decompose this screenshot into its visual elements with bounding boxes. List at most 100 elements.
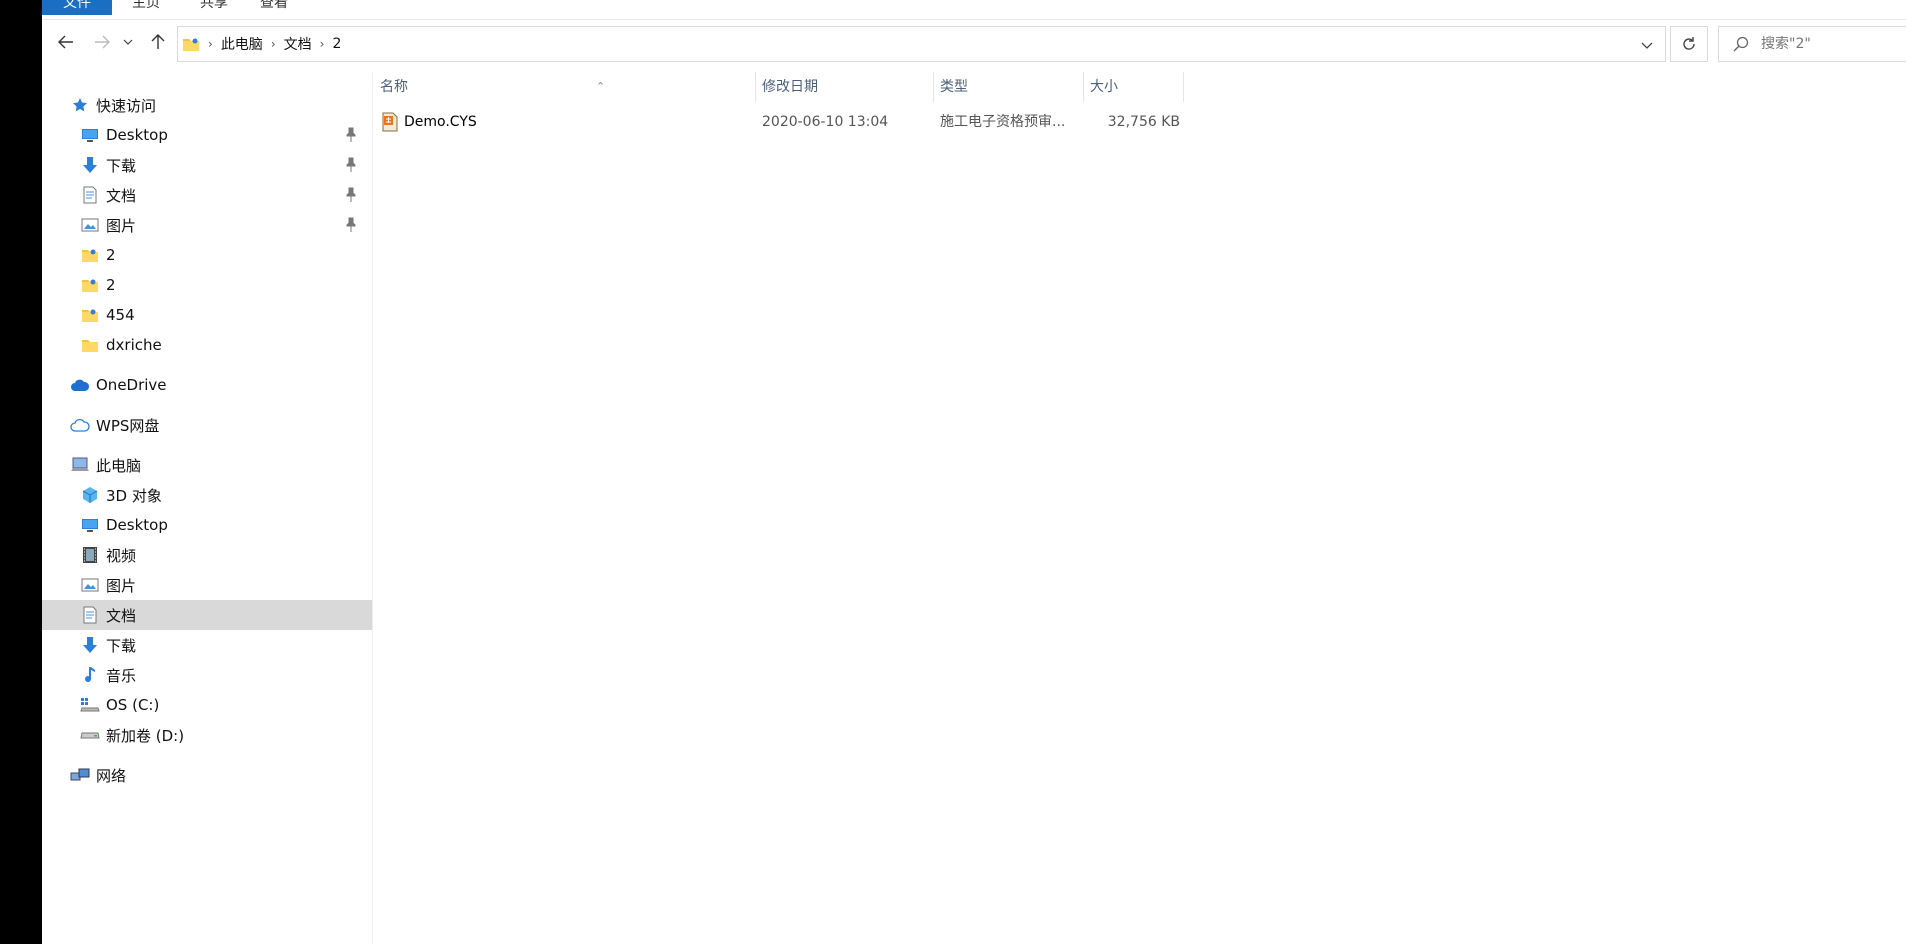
nav-wps-cloud[interactable]: WPS网盘 bbox=[70, 410, 159, 440]
column-header-date[interactable]: 修改日期 bbox=[756, 72, 934, 102]
nav-pc-desktop[interactable]: Desktop bbox=[80, 510, 168, 540]
desktop-icon bbox=[80, 515, 100, 535]
sort-ascending-icon: ⌃ bbox=[596, 80, 606, 93]
nav-qa-desktop[interactable]: Desktop bbox=[80, 120, 372, 150]
nav-label: 网络 bbox=[96, 766, 127, 785]
nav-label: OneDrive bbox=[96, 376, 167, 394]
column-header-size[interactable]: 大小 bbox=[1084, 72, 1184, 102]
video-icon bbox=[80, 545, 100, 565]
refresh-icon bbox=[1683, 37, 1695, 50]
pin-icon[interactable] bbox=[344, 157, 358, 173]
up-button[interactable] bbox=[146, 30, 170, 54]
back-button[interactable] bbox=[54, 30, 78, 54]
column-header-label: 大小 bbox=[1090, 79, 1118, 95]
nav-pc-pictures[interactable]: 图片 bbox=[80, 570, 136, 600]
nav-label: 454 bbox=[106, 306, 135, 324]
nav-label: Desktop bbox=[106, 516, 168, 534]
nav-label: 下载 bbox=[106, 156, 137, 175]
nav-label: 文档 bbox=[106, 186, 137, 205]
network-icon bbox=[70, 765, 90, 785]
file-modified-cell: 2020-06-10 13:04 bbox=[762, 114, 889, 130]
recent-locations-button[interactable] bbox=[120, 30, 136, 54]
nav-quick-access[interactable]: 快速访问 bbox=[70, 90, 156, 120]
nav-label: 此电脑 bbox=[96, 456, 142, 475]
nav-onedrive[interactable]: OneDrive bbox=[70, 370, 167, 400]
nav-pc-downloads[interactable]: 下载 bbox=[80, 630, 136, 660]
nav-label: 新加卷 (D:) bbox=[106, 726, 185, 745]
file-type-cell: 施工电子资格预审... bbox=[940, 114, 1066, 130]
nav-label: 图片 bbox=[106, 576, 137, 595]
3d-objects-icon bbox=[80, 485, 100, 505]
tab-view[interactable]: 查看 bbox=[246, 0, 302, 15]
refresh-button[interactable] bbox=[1670, 26, 1708, 62]
column-header-label: 名称 bbox=[380, 79, 408, 95]
pictures-icon bbox=[80, 215, 100, 235]
drive-icon bbox=[80, 725, 100, 745]
tab-home[interactable]: 主页 bbox=[118, 0, 174, 15]
nav-label: OS (C:) bbox=[106, 696, 160, 714]
star-icon bbox=[70, 95, 90, 115]
nav-pc-drive-d[interactable]: 新加卷 (D:) bbox=[80, 720, 184, 750]
column-header-label: 类型 bbox=[940, 79, 968, 95]
nav-pc-drive-c[interactable]: OS (C:) bbox=[80, 690, 159, 720]
pin-icon[interactable] bbox=[344, 127, 358, 143]
nav-qa-folder-2b[interactable]: 2 bbox=[80, 270, 116, 300]
search-box[interactable] bbox=[1718, 26, 1906, 62]
folder-icon bbox=[80, 335, 100, 355]
nav-pc-3d-objects[interactable]: 3D 对象 bbox=[80, 480, 162, 510]
address-row: › 此电脑 › 文档 › 2 bbox=[42, 20, 1906, 68]
nav-this-pc[interactable]: 此电脑 bbox=[70, 450, 141, 480]
music-icon bbox=[80, 665, 100, 685]
column-header-name[interactable]: 名称 ⌃ bbox=[374, 72, 756, 102]
nav-qa-pictures[interactable]: 图片 bbox=[80, 210, 372, 240]
column-header-type[interactable]: 类型 bbox=[934, 72, 1084, 102]
file-name: Demo.CYS bbox=[404, 114, 477, 130]
nav-label: 3D 对象 bbox=[106, 486, 162, 505]
nav-label: 快速访问 bbox=[96, 96, 157, 115]
breadcrumb-this-pc[interactable]: 此电脑 bbox=[221, 34, 263, 54]
folder-icon bbox=[182, 36, 200, 52]
address-dropdown-button[interactable] bbox=[1637, 35, 1657, 55]
chevron-right-icon: › bbox=[208, 37, 213, 51]
nav-label: 下载 bbox=[106, 636, 137, 655]
navigation-pane: 快速访问 Desktop 下载 文档 图片 2 2 454 dxriche On… bbox=[42, 72, 373, 944]
address-bar[interactable]: › 此电脑 › 文档 › 2 bbox=[177, 26, 1666, 62]
nav-qa-downloads[interactable]: 下载 bbox=[80, 150, 372, 180]
ribbon-tabs: 文件 主页 共享 查看 bbox=[42, 0, 1906, 20]
nav-qa-folder-454[interactable]: 454 bbox=[80, 300, 135, 330]
computer-icon bbox=[70, 455, 90, 475]
file-explorer-window: 文件 主页 共享 查看 › 此电脑 › 文档 › 2 搜索"2" 快速访问 De… bbox=[42, 0, 1906, 944]
search-input[interactable] bbox=[1759, 35, 1893, 53]
chevron-down-icon bbox=[123, 39, 133, 45]
forward-button[interactable] bbox=[90, 30, 114, 54]
nav-pc-documents[interactable]: 文档 bbox=[42, 600, 372, 630]
pin-icon[interactable] bbox=[344, 217, 358, 233]
nav-network[interactable]: 网络 bbox=[70, 760, 126, 790]
back-arrow-icon bbox=[58, 35, 73, 49]
desktop-icon bbox=[80, 125, 100, 145]
onedrive-cloud-icon bbox=[70, 375, 90, 395]
nav-pc-music[interactable]: 音乐 bbox=[80, 660, 136, 690]
chevron-right-icon: › bbox=[319, 37, 325, 51]
download-icon bbox=[80, 155, 100, 175]
nav-label: 图片 bbox=[106, 216, 137, 235]
chevron-down-icon bbox=[1641, 42, 1653, 49]
nav-qa-folder-dxriche[interactable]: dxriche bbox=[80, 330, 162, 360]
nav-label: dxriche bbox=[106, 336, 162, 354]
cys-file-icon bbox=[382, 112, 398, 132]
breadcrumb-current[interactable]: 2 bbox=[332, 36, 341, 52]
document-icon bbox=[80, 605, 100, 625]
file-size-cell: 32,756 KB bbox=[1107, 114, 1180, 130]
pin-icon[interactable] bbox=[344, 187, 358, 203]
nav-label: WPS网盘 bbox=[96, 416, 160, 435]
nav-label: 音乐 bbox=[106, 666, 137, 685]
nav-qa-folder-2a[interactable]: 2 bbox=[80, 240, 116, 270]
nav-qa-documents[interactable]: 文档 bbox=[80, 180, 372, 210]
file-name-cell[interactable]: Demo.CYS bbox=[382, 110, 752, 134]
nav-pc-videos[interactable]: 视频 bbox=[80, 540, 136, 570]
tab-file[interactable]: 文件 bbox=[42, 0, 112, 15]
system-drive-icon bbox=[80, 695, 100, 715]
breadcrumb-documents[interactable]: 文档 bbox=[284, 34, 312, 54]
tab-share[interactable]: 共享 bbox=[186, 0, 242, 15]
forward-arrow-icon bbox=[95, 35, 110, 49]
